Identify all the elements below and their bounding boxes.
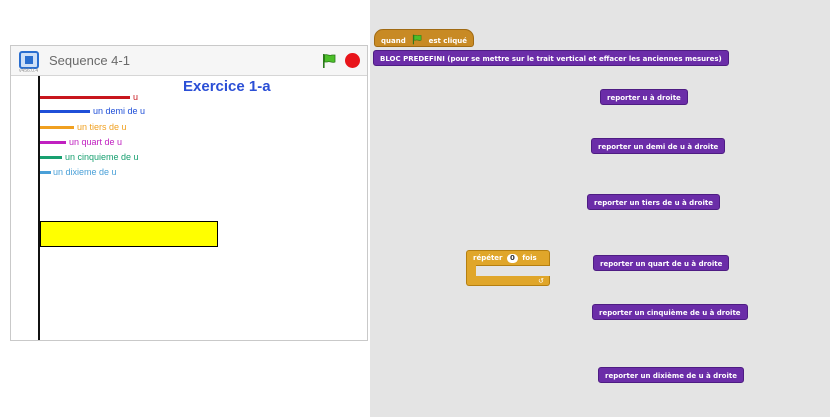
stage-canvas[interactable]: Exercice 1-a u un demi de u un tiers de … xyxy=(11,76,367,340)
segment-label-dixieme: un dixieme de u xyxy=(53,167,117,177)
predefined-block[interactable]: BLOC PREDEFINI (pour se mettre sur le tr… xyxy=(373,50,729,66)
segment-tiers xyxy=(40,126,74,129)
version-label: v456.0.4 xyxy=(19,68,39,74)
scratch-editor: v456.0.4 Sequence 4-1 Exercice 1-a u un … xyxy=(0,0,830,417)
segment-quart xyxy=(40,141,66,144)
segment-dixieme xyxy=(40,171,51,174)
block-reporter-u[interactable]: reporter u à droite xyxy=(600,89,688,105)
repeat-count-input[interactable]: 0 xyxy=(506,254,518,263)
hat-block-text-before: quand xyxy=(381,37,406,45)
segment-demi xyxy=(40,110,90,113)
hat-block-text-after: est cliqué xyxy=(428,37,467,45)
segment-u xyxy=(40,96,130,99)
yellow-rectangle-sprite[interactable] xyxy=(40,221,218,247)
scripts-area[interactable]: quand est cliqué BLOC PREDEFINI (pour se… xyxy=(370,0,830,417)
green-flag-icon xyxy=(323,54,336,68)
segment-label-cinquieme: un cinquieme de u xyxy=(65,152,139,162)
green-flag-icon xyxy=(411,34,423,47)
stage-header: v456.0.4 Sequence 4-1 xyxy=(11,46,367,76)
green-flag-button[interactable] xyxy=(321,53,337,69)
repeat-block-header: répéter 0 fois xyxy=(466,250,550,266)
segment-cinquieme xyxy=(40,156,62,159)
segment-label-tiers: un tiers de u xyxy=(77,122,127,132)
block-reporter-cinquieme[interactable]: reporter un cinquième de u à droite xyxy=(592,304,748,320)
repeat-block[interactable]: répéter 0 fois ↺ xyxy=(466,250,550,286)
repeat-block-footer: ↺ xyxy=(466,276,550,286)
block-reporter-quart[interactable]: reporter un quart de u à droite xyxy=(593,255,730,271)
exercise-title: Exercice 1-a xyxy=(183,78,271,95)
block-reporter-demi[interactable]: reporter un demi de u à droite xyxy=(591,138,726,154)
segment-label-u: u xyxy=(133,92,139,102)
stage-window: v456.0.4 Sequence 4-1 Exercice 1-a u un … xyxy=(10,45,368,341)
stop-button[interactable] xyxy=(345,53,360,68)
when-flag-clicked-block[interactable]: quand est cliqué xyxy=(374,29,474,47)
block-reporter-dixieme[interactable]: reporter un dixième de u à droite xyxy=(598,367,744,383)
project-title: Sequence 4-1 xyxy=(49,53,130,68)
vertical-line xyxy=(38,76,40,340)
fullscreen-icon[interactable] xyxy=(19,51,39,69)
segment-label-demi: un demi de u xyxy=(93,106,146,116)
segment-label-quart: un quart de u xyxy=(69,137,123,147)
repeat-fois-label: fois xyxy=(522,254,537,262)
block-reporter-tiers[interactable]: reporter un tiers de u à droite xyxy=(587,194,720,210)
loop-arrow-icon: ↺ xyxy=(538,278,544,285)
repeat-label: répéter xyxy=(473,254,503,262)
